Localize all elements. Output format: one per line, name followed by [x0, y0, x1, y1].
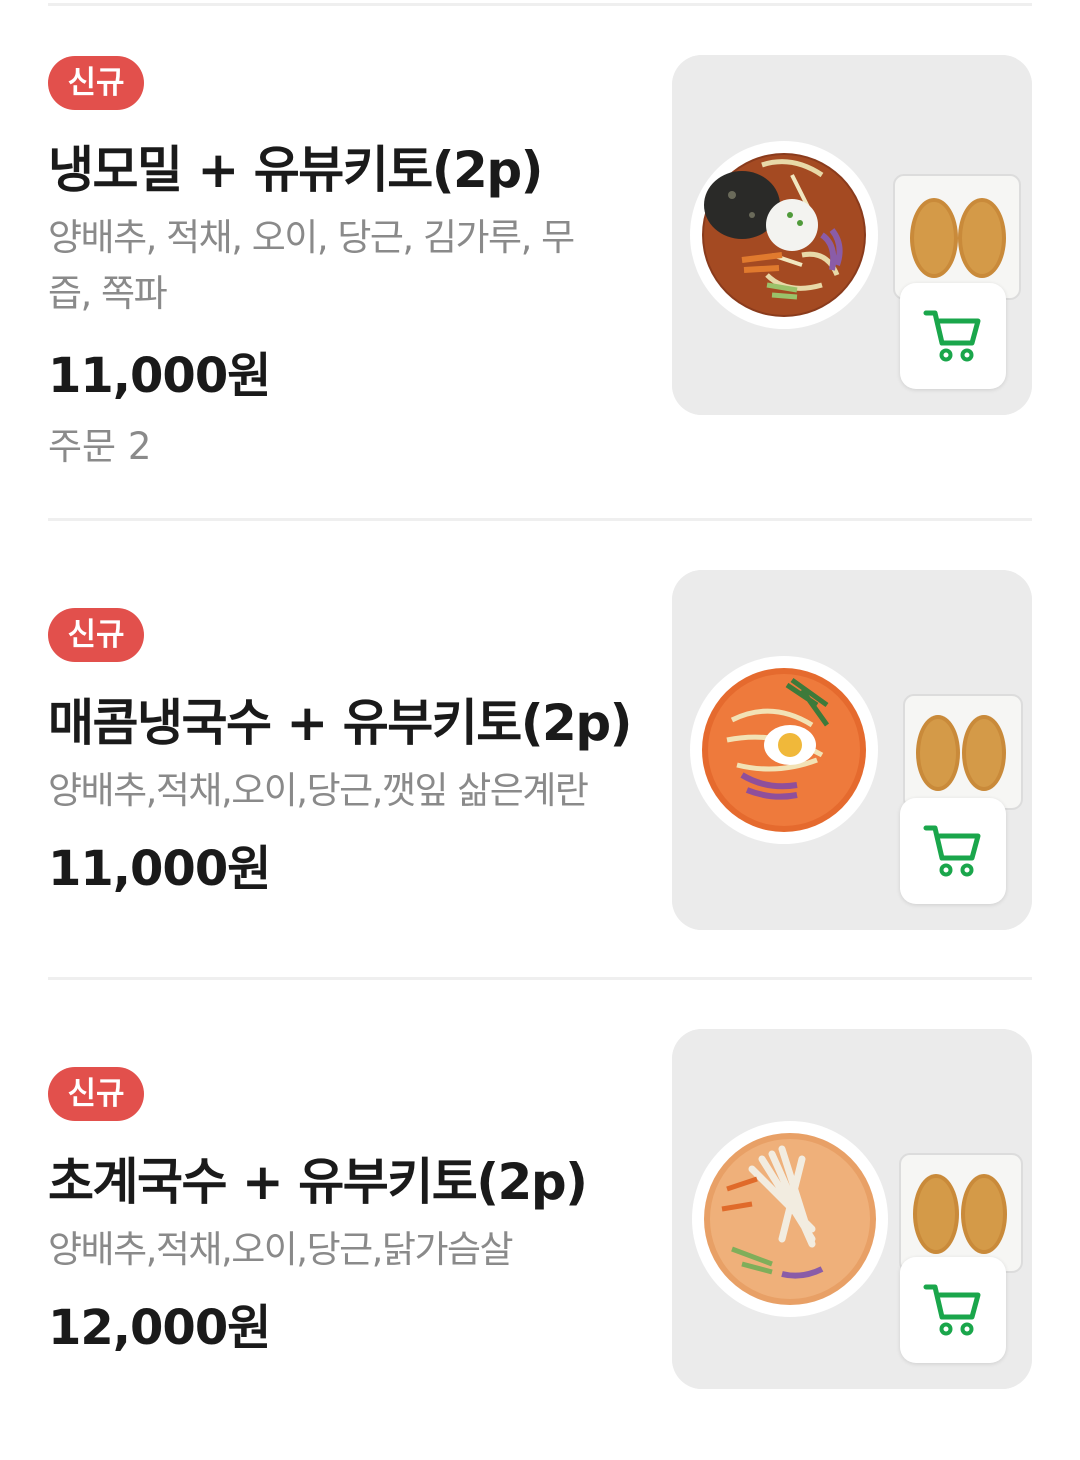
- menu-item-price: 11,000원: [48, 841, 271, 897]
- chicken-noodle-with-inari-image[interactable]: [672, 1029, 1032, 1389]
- menu-item-naengmomil[interactable]: 신규 냉모밀 + 유뷰키토(2p) 양배추, 적채, 오이, 당근, 김가루, …: [48, 0, 1032, 500]
- menu-item-chogye-guksu[interactable]: 신규 초계국수 + 유부키토(2p) 양배추,적채,오이,당근,닭가슴살 12,…: [48, 974, 1032, 1434]
- cart-icon: [923, 1284, 981, 1336]
- menu-item-spicy-naengguksu[interactable]: 신규 매콤냉국수 + 유부키토(2p) 양배추,적채,오이,당근,깻잎 삶은계란…: [48, 515, 1032, 975]
- menu-item-title: 매콤냉국수 + 유부키토(2p): [48, 694, 633, 752]
- add-to-cart-button[interactable]: [900, 1257, 1006, 1363]
- new-badge: 신규: [48, 608, 144, 662]
- cart-icon: [923, 825, 981, 877]
- menu-item-description: 양배추, 적채, 오이, 당근, 김가루, 무즙, 쪽파: [48, 216, 575, 315]
- menu-item-description: 양배추,적채,오이,당근,닭가슴살: [48, 1228, 514, 1271]
- soba-with-inari-image[interactable]: [672, 55, 1032, 415]
- add-to-cart-button[interactable]: [900, 798, 1006, 904]
- order-count: 주문 2: [48, 425, 152, 468]
- menu-item-title: 냉모밀 + 유뷰키토(2p): [48, 141, 544, 199]
- add-to-cart-button[interactable]: [900, 283, 1006, 389]
- menu-item-price: 11,000원: [48, 348, 271, 404]
- spicy-noodle-with-inari-image[interactable]: [672, 570, 1032, 930]
- cart-icon: [923, 310, 981, 362]
- new-badge: 신규: [48, 1067, 144, 1121]
- menu-item-description: 양배추,적채,오이,당근,깻잎 삶은계란: [48, 769, 589, 812]
- new-badge: 신규: [48, 56, 144, 110]
- menu-list: 신규 냉모밀 + 유뷰키토(2p) 양배추, 적채, 오이, 당근, 김가루, …: [0, 0, 1080, 1460]
- menu-item-price: 12,000원: [48, 1300, 271, 1356]
- menu-item-title: 초계국수 + 유부키토(2p): [48, 1153, 588, 1211]
